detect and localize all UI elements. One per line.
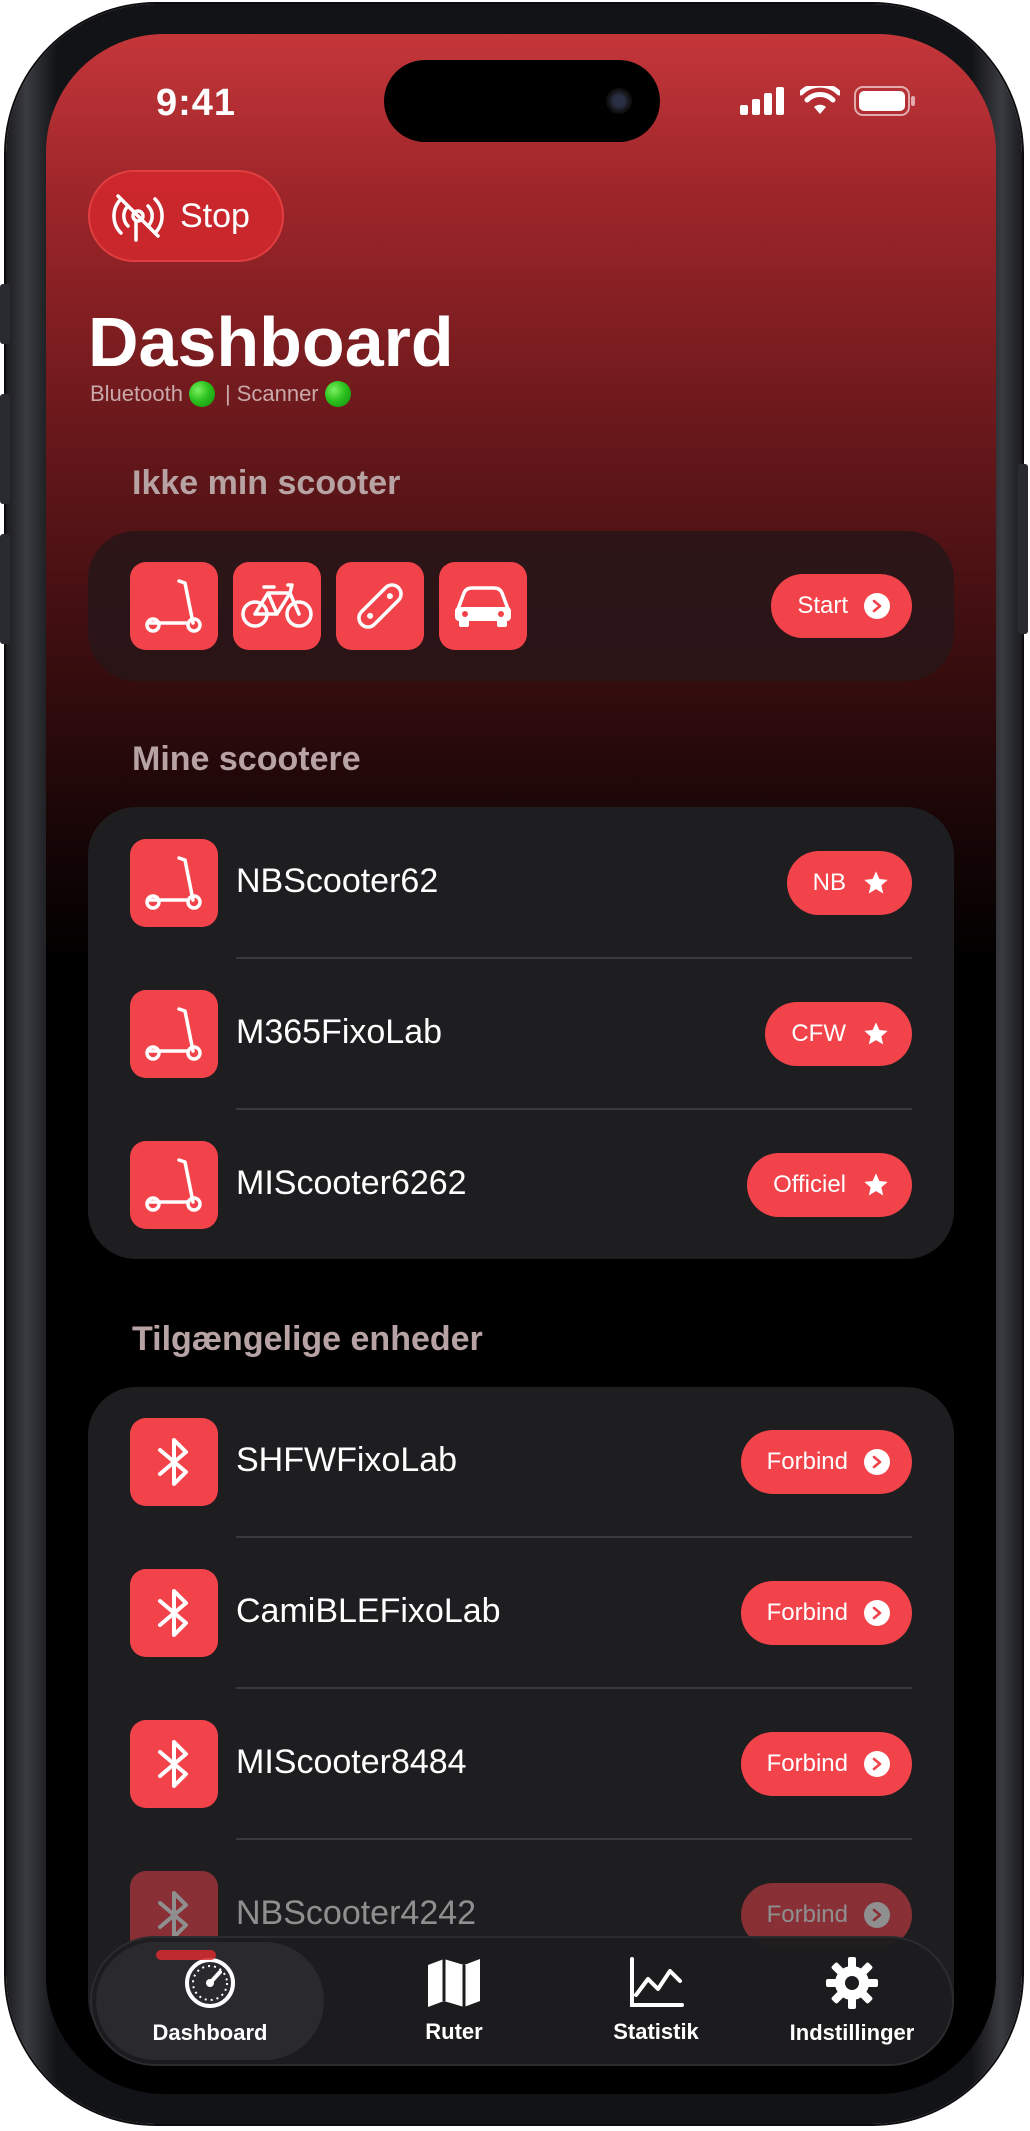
- stop-label: Stop: [180, 196, 250, 235]
- status-time: 9:41: [156, 82, 237, 124]
- connect-button[interactable]: Forbind: [740, 1581, 912, 1645]
- scooter-name: M365FixoLab: [236, 1013, 443, 1051]
- device-tile: [130, 1720, 218, 1808]
- chevron-right-icon: [864, 593, 890, 619]
- vehicle-option-car[interactable]: [439, 562, 527, 650]
- bicycle-icon: [241, 583, 313, 628]
- chevron-right-icon: [864, 1751, 890, 1777]
- firmware-badge-label: NB: [812, 869, 846, 896]
- bluetooth-status-label: Bluetooth: [90, 381, 183, 406]
- tab-label: Dashboard: [152, 2020, 268, 2045]
- status-icons: [740, 86, 916, 116]
- bluetooth-icon: [158, 1438, 188, 1486]
- row-divider: [236, 1536, 912, 1538]
- row-divider: [236, 1108, 912, 1110]
- star-icon: [864, 1173, 888, 1196]
- phone-frame: 9:41 Stop Dashboard Bluetooth | Scanner …: [0, 4, 1028, 2124]
- tab-label: Ruter: [425, 2019, 483, 2044]
- volume-down-button: [0, 534, 10, 644]
- page-title: Dashboard: [88, 303, 454, 381]
- tab-bar: Dashboard Ruter Statistik Indstillinger: [90, 1936, 954, 2066]
- scanner-status-dot: [324, 381, 351, 407]
- section-title-my-scooters: Mine scootere: [132, 740, 361, 778]
- device-name: NBScooter4242: [236, 1894, 477, 1932]
- scooter-icon: [145, 1007, 202, 1061]
- firmware-badge-label: Officiel: [773, 1171, 846, 1198]
- tab-indstillinger[interactable]: Indstillinger: [752, 1938, 952, 2064]
- app-screen: 9:41 Stop Dashboard Bluetooth | Scanner …: [46, 34, 996, 2094]
- signal-icon: [740, 87, 784, 115]
- scooter-name: NBScooter62: [236, 862, 439, 900]
- row-divider: [236, 1838, 912, 1840]
- vehicle-option-skateboard[interactable]: [336, 562, 424, 650]
- scooter-tile: [130, 1141, 218, 1229]
- gear-icon: [826, 1957, 878, 2009]
- bluetooth-status-dot: [188, 381, 215, 407]
- scooter-tile: [130, 839, 218, 927]
- scooter-icon: [145, 579, 202, 633]
- connect-label: Forbind: [766, 1750, 848, 1777]
- antenna-off-icon: [112, 194, 164, 242]
- dynamic-island: [384, 60, 660, 142]
- status-separator: |: [224, 381, 231, 406]
- star-icon: [864, 1022, 888, 1045]
- scooter-name: MIScooter6262: [236, 1164, 467, 1202]
- front-camera: [606, 88, 632, 114]
- device-name: MIScooter8484: [236, 1743, 467, 1781]
- device-name: CamiBLEFixoLab: [236, 1592, 501, 1630]
- connect-button[interactable]: Forbind: [740, 1430, 912, 1494]
- chevron-right-icon: [864, 1449, 890, 1475]
- my-scooters-card: NBScooter62 NB M365FixoLab CFW MIScooter…: [88, 807, 954, 1259]
- start-label: Start: [797, 592, 848, 619]
- chart-icon: [630, 1957, 684, 2007]
- start-button[interactable]: Start: [771, 574, 912, 638]
- chevron-right-icon: [864, 1600, 890, 1626]
- volume-up-button: [0, 394, 10, 504]
- device-name: SHFWFixoLab: [236, 1441, 458, 1479]
- scanner-status-label: Scanner: [236, 381, 319, 406]
- scooter-icon: [145, 1158, 202, 1212]
- scooter-icon: [145, 856, 202, 910]
- speedometer-icon: [185, 1958, 235, 2008]
- bluetooth-icon: [158, 1589, 188, 1637]
- skateboard-icon: [357, 583, 403, 629]
- firmware-badge-label: CFW: [791, 1020, 846, 1047]
- action-button: [0, 284, 10, 344]
- tab-ruter[interactable]: Ruter: [354, 1938, 554, 2064]
- connection-status: Bluetooth | Scanner: [90, 381, 351, 407]
- chevron-right-icon: [864, 1902, 890, 1928]
- tab-label: Statistik: [613, 2019, 699, 2044]
- section-title-not-my-scooter: Ikke min scooter: [132, 464, 401, 502]
- active-tab-indicator: [156, 1950, 216, 1960]
- row-divider: [236, 957, 912, 959]
- device-tile: [130, 1569, 218, 1657]
- star-icon: [864, 871, 888, 894]
- bluetooth-icon: [158, 1740, 188, 1788]
- tab-statistik[interactable]: Statistik: [556, 1938, 756, 2064]
- vehicle-option-scooter[interactable]: [130, 562, 218, 650]
- map-icon: [428, 1959, 480, 2007]
- tab-label: Indstillinger: [789, 2020, 915, 2045]
- wifi-icon: [800, 86, 840, 114]
- connect-button[interactable]: Forbind: [740, 1732, 912, 1796]
- connect-label: Forbind: [766, 1901, 848, 1928]
- connect-label: Forbind: [766, 1599, 848, 1626]
- stop-scan-button[interactable]: Stop: [88, 170, 284, 262]
- bluetooth-icon: [158, 1891, 188, 1939]
- scooter-tile: [130, 990, 218, 1078]
- firmware-badge-button[interactable]: Officiel: [747, 1153, 912, 1217]
- connect-label: Forbind: [766, 1448, 848, 1475]
- tab-dashboard[interactable]: Dashboard: [96, 1942, 324, 2060]
- firmware-badge-button[interactable]: NB: [786, 851, 912, 915]
- firmware-badge-button[interactable]: CFW: [765, 1002, 912, 1066]
- device-tile: [130, 1418, 218, 1506]
- not-my-scooter-card: Start: [88, 531, 954, 681]
- row-divider: [236, 1687, 912, 1689]
- battery-icon: [854, 86, 915, 116]
- car-icon: [455, 586, 511, 627]
- vehicle-option-bicycle[interactable]: [233, 562, 321, 650]
- section-title-available-devices: Tilgængelige enheder: [132, 1320, 483, 1358]
- power-button: [1018, 464, 1028, 634]
